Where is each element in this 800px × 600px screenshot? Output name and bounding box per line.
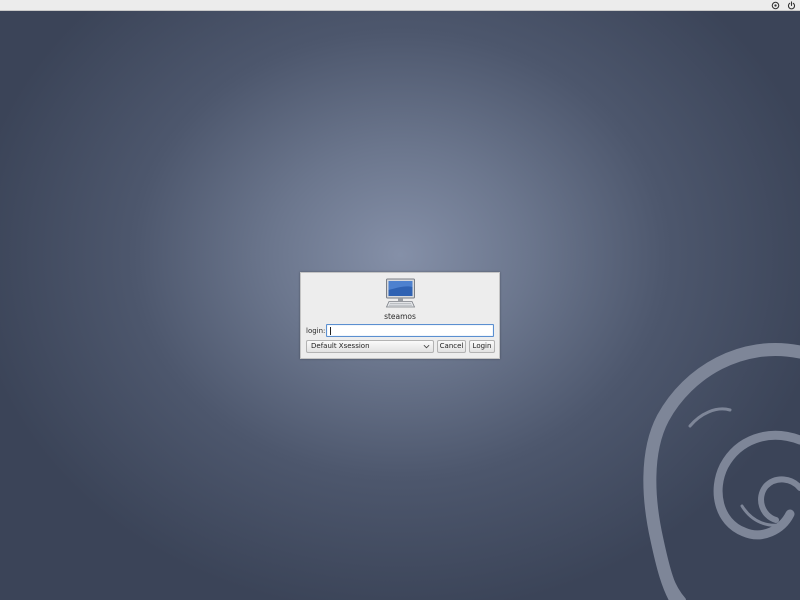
desktop-background: steamos login: Default Xsession Cancel L… bbox=[0, 0, 800, 600]
text-caret bbox=[330, 327, 331, 335]
power-icon[interactable] bbox=[787, 1, 796, 10]
chevron-down-icon bbox=[423, 344, 430, 349]
cancel-button[interactable]: Cancel bbox=[437, 340, 466, 353]
hostname-label: steamos bbox=[384, 312, 416, 321]
login-dialog: steamos login: Default Xsession Cancel L… bbox=[300, 272, 500, 359]
computer-icon bbox=[385, 278, 416, 308]
login-input[interactable] bbox=[326, 324, 494, 337]
login-button[interactable]: Login bbox=[469, 340, 495, 353]
session-icon[interactable] bbox=[771, 1, 780, 10]
top-panel bbox=[0, 0, 800, 11]
session-select-value: Default Xsession bbox=[311, 342, 370, 350]
login-label: login: bbox=[306, 327, 326, 335]
session-select[interactable]: Default Xsession bbox=[306, 340, 434, 353]
